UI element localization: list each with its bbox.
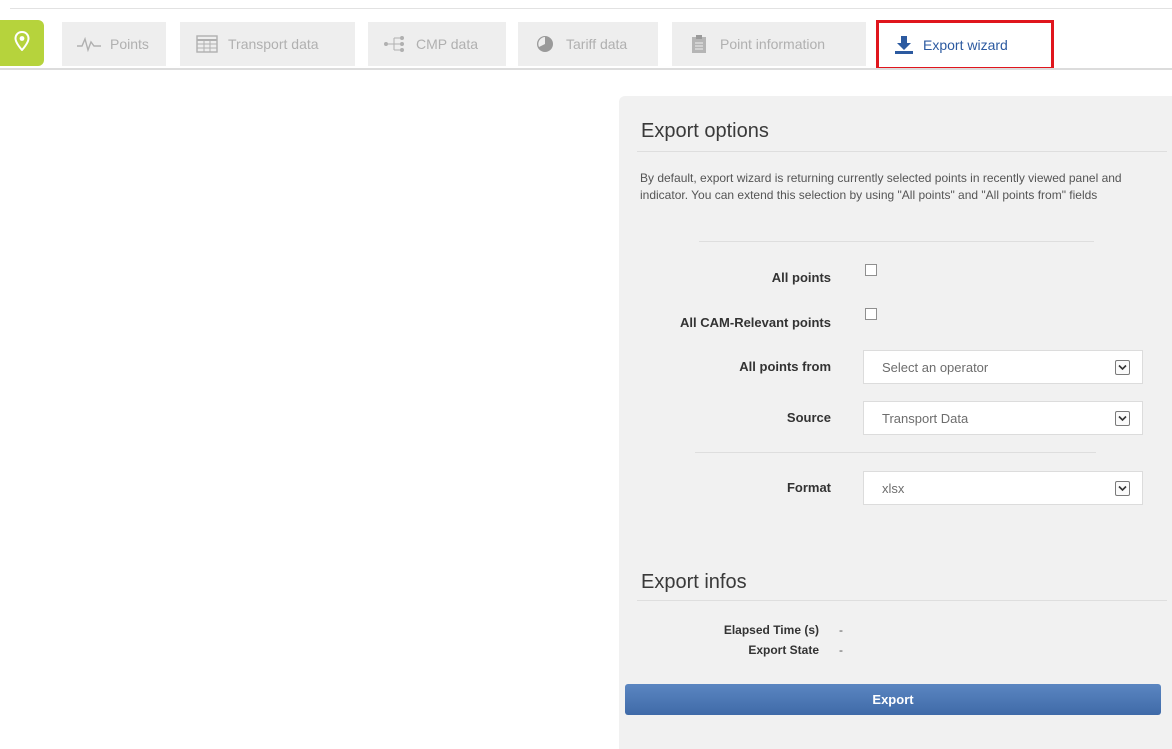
tab-cmp-data[interactable]: CMP data [368,22,506,66]
format-select-value: xlsx [882,480,905,496]
chevron-down-icon[interactable] [1115,481,1130,496]
operator-select[interactable]: Select an operator [863,350,1143,384]
source-select-value: Transport Data [882,410,969,426]
tab-label: Export wizard [923,37,1008,53]
cam-relevant-label: All CAM-Relevant points [680,315,831,330]
tab-point-information[interactable]: Point information [672,22,866,66]
export-description: By default, export wizard is returning c… [640,171,1122,202]
tab-points[interactable]: Points [62,22,166,66]
export-options-title: Export options [641,120,769,142]
source-select[interactable]: Transport Data [863,401,1143,435]
elapsed-time-value: - [839,623,843,637]
export-button[interactable]: Export [625,684,1161,715]
operator-select-value: Select an operator [882,359,989,375]
tab-transport-data[interactable]: Transport data [180,22,355,66]
tab-bar-bottom-border [0,68,1172,70]
all-points-checkbox[interactable] [865,264,877,276]
tab-label: Point information [720,36,826,52]
export-state-value: - [839,643,843,657]
pie-icon [530,34,560,54]
tab-label: Points [110,36,149,52]
tab-bar: Points Transport data CMP data Tariff da… [0,0,1172,70]
divider [637,600,1167,601]
tab-bar-top-border [10,8,1172,9]
tab-label: Transport data [228,36,319,52]
all-points-label: All points [771,270,831,285]
divider [637,151,1167,152]
chevron-down-icon[interactable] [1115,411,1130,426]
export-infos-title: Export infos [641,571,747,593]
network-icon [380,34,410,54]
tab-label: CMP data [416,36,478,52]
chevron-down-icon[interactable] [1115,360,1130,375]
format-label: Format [786,480,831,495]
tab-export-wizard[interactable]: Export wizard [876,20,1054,70]
clipboard-icon [684,34,714,54]
tab-label: Tariff data [566,36,628,52]
export-state-label: Export State [748,643,819,657]
download-icon [891,35,917,55]
divider [695,452,1096,453]
map-home-tab[interactable] [0,20,44,66]
table-icon [192,34,222,54]
all-points-from-label: All points from [739,359,831,374]
map-pin-icon [14,30,30,56]
format-select[interactable]: xlsx [863,471,1143,505]
pulse-icon [74,34,104,54]
divider [699,241,1094,242]
cam-relevant-checkbox[interactable] [865,308,877,320]
source-label: Source [786,410,831,425]
tab-tariff-data[interactable]: Tariff data [518,22,658,66]
elapsed-time-label: Elapsed Time (s) [723,623,819,637]
export-wizard-panel: Export options By default, export wizard… [619,96,1172,749]
